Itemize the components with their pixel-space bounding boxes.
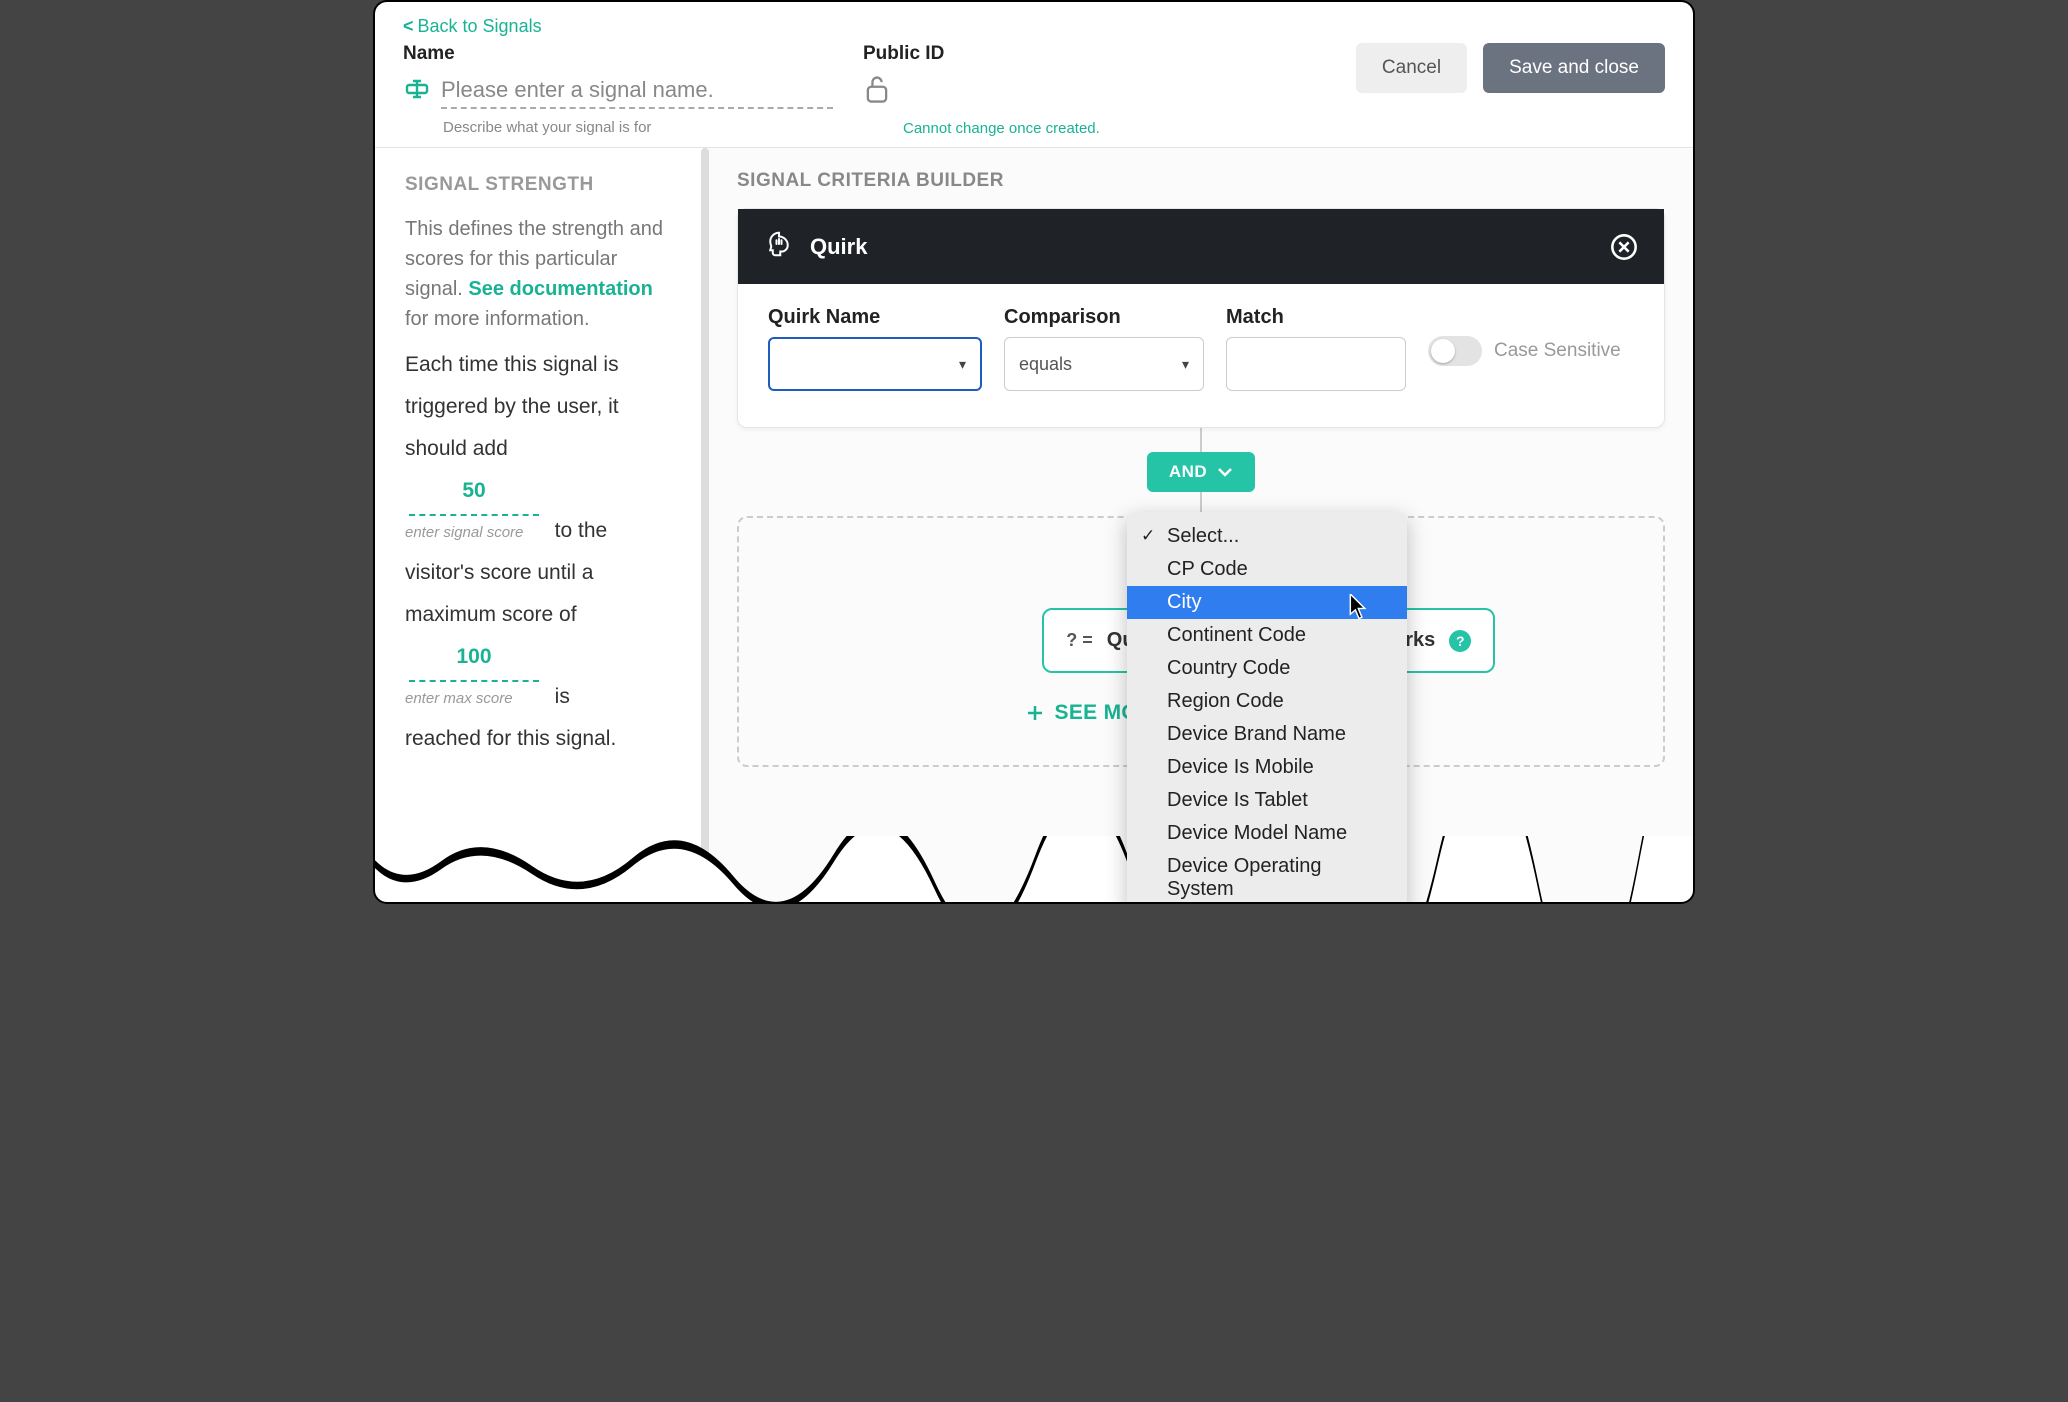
dropdown-item[interactable]: Device Model Name xyxy=(1127,817,1407,850)
logic-operator-chip[interactable]: AND xyxy=(1147,452,1255,492)
dropdown-item[interactable]: City xyxy=(1127,586,1407,619)
head-icon xyxy=(764,229,794,264)
close-icon[interactable] xyxy=(1610,233,1638,261)
comparison-select[interactable]: equals▾ xyxy=(1004,337,1204,391)
save-button[interactable]: Save and close xyxy=(1483,43,1665,93)
dropdown-item[interactable]: Region Code xyxy=(1127,685,1407,718)
dropdown-item[interactable]: Device Brand Name xyxy=(1127,718,1407,751)
comparison-label: Comparison xyxy=(1004,306,1204,329)
query-string-icon: ? = xyxy=(1066,630,1093,651)
main-panel: SIGNAL CRITERIA BUILDER Quirk xyxy=(709,148,1693,902)
unlock-icon xyxy=(863,73,1243,110)
dropdown-item[interactable]: Country Code xyxy=(1127,652,1407,685)
back-to-signals-link[interactable]: Back to Signals xyxy=(403,16,542,37)
name-hint: Describe what your signal is for xyxy=(443,119,833,136)
public-id-field: Public ID Cannot change once created. xyxy=(863,43,1243,137)
window: Back to Signals Name Describe what your … xyxy=(375,2,1693,902)
quirk-name-dropdown[interactable]: Select...CP CodeCityContinent CodeCountr… xyxy=(1127,512,1407,902)
public-id-hint: Cannot change once created. xyxy=(903,120,1243,137)
quirk-name-select[interactable]: ▾ xyxy=(768,337,982,391)
quirk-card: Quirk Quirk Name ▾ Comparison equals▾ xyxy=(737,208,1665,428)
dropdown-item[interactable]: Device Operating System xyxy=(1127,850,1407,902)
signal-strength-heading: SIGNAL STRENGTH xyxy=(405,174,679,196)
cancel-button[interactable]: Cancel xyxy=(1356,43,1467,93)
dropdown-item-select[interactable]: Select... xyxy=(1127,520,1407,553)
sidebar: SIGNAL STRENGTH This defines the strengt… xyxy=(375,148,709,902)
max-score-hint: enter max score xyxy=(405,684,543,714)
public-id-label: Public ID xyxy=(863,43,1243,65)
plus-icon xyxy=(1025,703,1045,723)
dropdown-item[interactable]: CP Code xyxy=(1127,553,1407,586)
case-sensitive-toggle[interactable] xyxy=(1428,336,1482,366)
case-sensitive-label: Case Sensitive xyxy=(1494,340,1621,363)
sidebar-scrollbar[interactable] xyxy=(701,148,709,902)
match-label: Match xyxy=(1226,306,1406,329)
documentation-link[interactable]: See documentation xyxy=(468,278,652,300)
max-score-input[interactable]: 100 xyxy=(409,636,539,682)
dropdown-item[interactable]: Device Is Tablet xyxy=(1127,784,1407,817)
rename-icon xyxy=(403,78,431,105)
signal-strength-description: This defines the strength and scores for… xyxy=(405,214,679,334)
quirk-name-label: Quirk Name xyxy=(768,306,982,329)
signal-score-input[interactable]: 50 xyxy=(409,470,539,516)
name-field: Name Describe what your signal is for xyxy=(403,43,833,136)
signal-score-hint: enter signal score xyxy=(405,518,543,548)
help-icon[interactable]: ? xyxy=(1449,630,1471,652)
top-bar: Back to Signals Name Describe what your … xyxy=(375,2,1693,148)
dropdown-item[interactable]: Device Is Mobile xyxy=(1127,751,1407,784)
criteria-builder-title: SIGNAL CRITERIA BUILDER xyxy=(737,170,1665,192)
signal-strength-narrative: Each time this signal is triggered by th… xyxy=(405,344,679,760)
quirk-card-title: Quirk xyxy=(810,234,867,260)
signal-name-input[interactable] xyxy=(441,73,833,109)
dropdown-item[interactable]: Continent Code xyxy=(1127,619,1407,652)
match-input[interactable] xyxy=(1226,337,1406,391)
connector-line xyxy=(1200,428,1202,452)
chevron-down-icon xyxy=(1217,466,1233,478)
name-label: Name xyxy=(403,43,833,65)
